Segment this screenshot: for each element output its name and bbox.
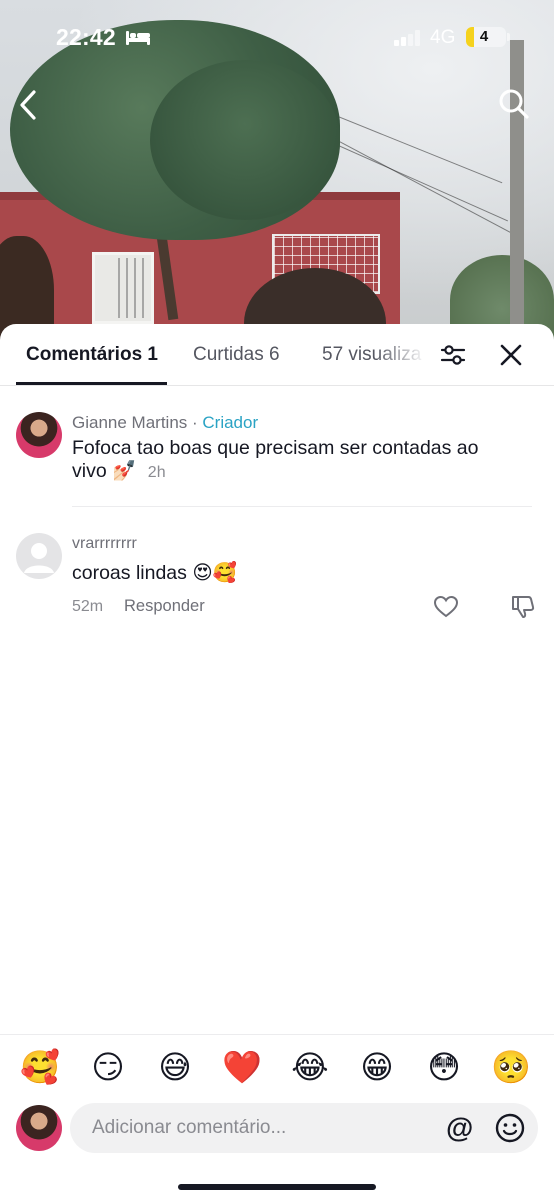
avatar[interactable] bbox=[16, 412, 62, 458]
comment-input-placeholder: Adicionar comentário... bbox=[92, 1117, 287, 1138]
emoji-tears-of-joy[interactable]: 😂 bbox=[288, 1047, 332, 1087]
emoji-sweat-smile[interactable]: 😅 bbox=[153, 1047, 197, 1087]
at-icon[interactable]: @ bbox=[446, 1113, 473, 1143]
reply-button[interactable]: Responder bbox=[124, 597, 205, 616]
tab-overflow-fade bbox=[375, 332, 435, 380]
search-icon[interactable] bbox=[498, 88, 530, 120]
emoji-smirk[interactable]: 😏 bbox=[86, 1047, 130, 1087]
utility-pole bbox=[510, 40, 524, 345]
creator-badge: Criador bbox=[202, 413, 259, 432]
tab-bar: Comentários 1 Curtidas 6 57 visualiza bbox=[0, 324, 554, 386]
bed-icon bbox=[126, 31, 150, 45]
comment-time: 2h bbox=[147, 464, 166, 481]
comment-divider bbox=[72, 506, 532, 507]
home-indicator[interactable] bbox=[178, 1184, 376, 1190]
battery-tip bbox=[507, 33, 510, 41]
comment-author[interactable]: Gianne Martins bbox=[72, 413, 187, 432]
user-silhouette-icon bbox=[24, 543, 54, 573]
emoji-red-heart[interactable]: ❤️ bbox=[220, 1047, 264, 1087]
close-icon[interactable] bbox=[499, 343, 523, 367]
heart-icon[interactable] bbox=[433, 595, 459, 619]
smile-icon[interactable] bbox=[495, 1113, 525, 1143]
signal-icon bbox=[394, 30, 420, 46]
tree-canopy bbox=[150, 60, 340, 220]
battery-label: 4 bbox=[479, 28, 489, 45]
comment-body: coroas lindas 😍🥰 bbox=[72, 562, 237, 584]
emoji-quick-bar: 🥰 😏 😅 ❤️ 😂 😁 😳 🥺 bbox=[0, 1034, 554, 1098]
chevron-left-icon[interactable] bbox=[14, 88, 44, 122]
comment-input[interactable]: Adicionar comentário... @ bbox=[70, 1103, 538, 1153]
tab-comments[interactable]: Comentários 1 bbox=[26, 344, 158, 366]
battery-indicator: 4 bbox=[466, 27, 506, 47]
comment-text: Fofoca tao boas que precisam ser contada… bbox=[72, 437, 512, 484]
tab-likes[interactable]: Curtidas 6 bbox=[193, 344, 280, 366]
sliders-icon[interactable] bbox=[440, 342, 466, 368]
comment-time: 52m bbox=[72, 598, 104, 615]
comment-body: Fofoca tao boas que precisam ser contada… bbox=[72, 437, 479, 482]
active-tab-indicator bbox=[16, 382, 167, 385]
emoji-grin[interactable]: 😁 bbox=[355, 1047, 399, 1087]
comment-author-line: Gianne Martins · Criador bbox=[72, 413, 258, 433]
emoji-pleading[interactable]: 🥺 bbox=[489, 1047, 533, 1087]
author-separator: · bbox=[187, 413, 203, 432]
composer-avatar bbox=[16, 1105, 62, 1151]
network-label: 4G bbox=[430, 27, 456, 48]
emoji-flushed[interactable]: 😳 bbox=[422, 1047, 466, 1087]
window-bars bbox=[118, 258, 148, 318]
emoji-smiling-hearts[interactable]: 🥰 bbox=[18, 1047, 62, 1087]
avatar-placeholder[interactable] bbox=[16, 533, 62, 579]
status-time: 22:42 bbox=[56, 24, 116, 50]
thumbs-down-icon[interactable] bbox=[510, 594, 536, 620]
video-background bbox=[0, 0, 554, 345]
comment-author[interactable]: vrarrrrrrrr bbox=[72, 535, 137, 553]
